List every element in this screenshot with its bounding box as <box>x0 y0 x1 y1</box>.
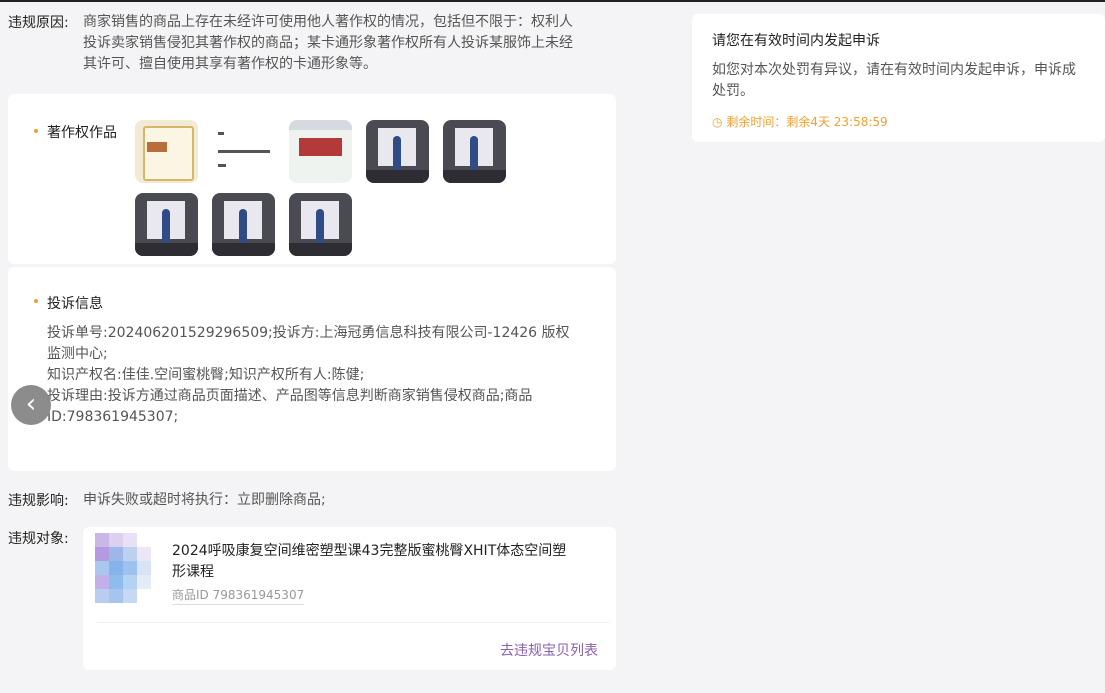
complaint-line: 监测中心; <box>47 346 108 362</box>
reason-line: 投诉卖家销售侵犯其著作权的商品；某卡通形象著作权所有人投诉某服饰上未经 <box>83 35 573 51</box>
work-thumbnail-photo[interactable] <box>289 193 352 256</box>
complaint-line: 投诉单号:202406201529296509;投诉方:上海冠勇信息科技有限公司… <box>47 325 570 341</box>
appeal-body: 如您对本次处罚有异议，请在有效时间内发起申诉，申诉成 处罚。 <box>712 60 1105 102</box>
remaining-time-text: 剩余时间：剩余4天 23:58:59 <box>726 115 888 129</box>
chevron-left-icon: ‹ <box>25 389 37 419</box>
appeal-body-line: 如您对本次处罚有异议，请在有效时间内发起申诉，申诉成 <box>712 62 1076 78</box>
reason-label: 违规原因: <box>8 15 69 31</box>
complaint-line: 投诉理由:投诉方通过商品页面描述、产品图等信息判断商家销售侵权商品;商品 <box>47 388 533 404</box>
product-name[interactable]: 2024呼吸康复空间维密塑型课43完整版蜜桃臀XHIT体态空间塑 形课程 <box>172 541 612 583</box>
work-thumbnail-certificate[interactable] <box>135 120 198 183</box>
work-thumbnail-photo[interactable] <box>366 120 429 183</box>
product-id: 商品ID 798361945307 <box>172 586 305 605</box>
remaining-time: ◷ 剩余时间：剩余4天 23:58:59 <box>712 113 888 130</box>
work-thumbnail-photo[interactable] <box>135 193 198 256</box>
reason-line: 其许可、擅自使用其享有著作权的卡通形象等。 <box>83 56 377 72</box>
divider <box>97 622 609 623</box>
clock-icon: ◷ <box>712 115 723 129</box>
impact-label: 违规影响: <box>8 493 69 509</box>
complaint-title: 投诉信息 <box>47 296 103 312</box>
prev-button[interactable]: ‹ <box>11 385 51 425</box>
appeal-body-line: 处罚。 <box>712 83 754 99</box>
object-label: 违规对象: <box>8 531 69 547</box>
product-name-line: 形课程 <box>172 564 214 580</box>
appeal-title: 请您在有效时间内发起申诉 <box>712 33 880 49</box>
work-thumbnail-photo[interactable] <box>212 193 275 256</box>
complaint-text: 投诉单号:202406201529296509;投诉方:上海冠勇信息科技有限公司… <box>47 323 607 428</box>
reason-line: 商家销售的商品上存在未经许可使用他人著作权的情况，包括但不限于：权利人 <box>83 14 573 30</box>
section-bullet <box>34 299 38 303</box>
section-bullet <box>34 129 38 133</box>
impact-text: 申诉失败或超时将执行：立即删除商品; <box>83 492 326 508</box>
work-thumbnail-text[interactable] <box>212 120 275 183</box>
complaint-line: ID:798361945307; <box>47 409 179 425</box>
complaint-line: 知识产权名:佳佳.空间蜜桃臀;知识产权所有人:陈健; <box>47 367 365 383</box>
product-image[interactable] <box>95 533 167 605</box>
works-title: 著作权作品 <box>47 125 117 141</box>
work-thumbnail-screenshot[interactable] <box>289 120 352 183</box>
product-name-line: 2024呼吸康复空间维密塑型课43完整版蜜桃臀XHIT体态空间塑 <box>172 543 567 559</box>
violation-list-link[interactable]: 去违规宝贝列表 <box>500 640 598 660</box>
reason-text: 商家销售的商品上存在未经许可使用他人著作权的情况，包括但不限于：权利人 投诉卖家… <box>83 12 628 75</box>
work-thumbnail-photo[interactable] <box>443 120 506 183</box>
